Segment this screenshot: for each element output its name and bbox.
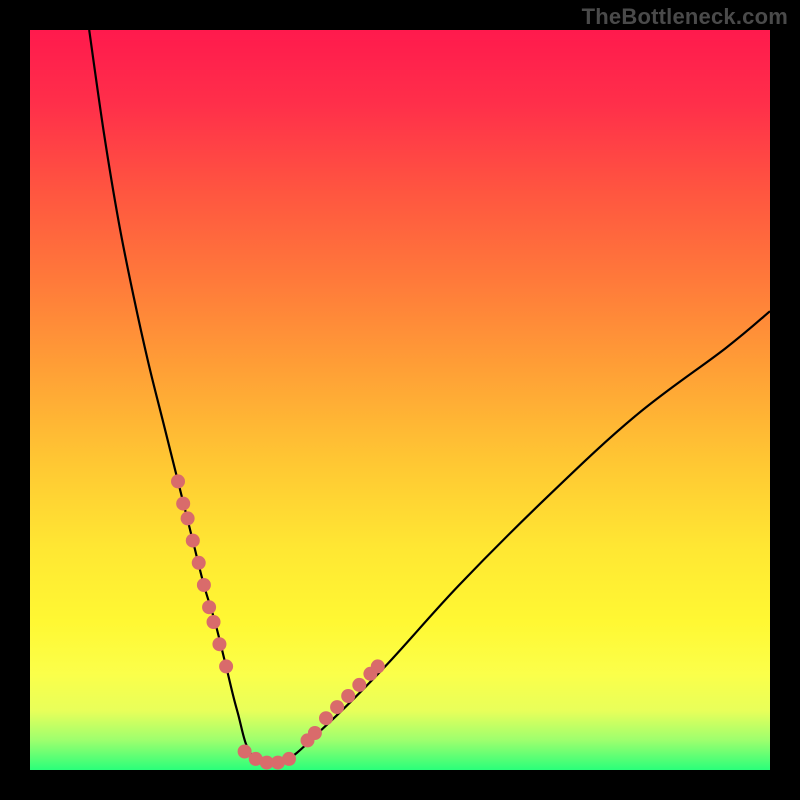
watermark-text: TheBottleneck.com bbox=[582, 4, 788, 30]
plot-background bbox=[30, 30, 770, 770]
chart-frame: TheBottleneck.com bbox=[0, 0, 800, 800]
